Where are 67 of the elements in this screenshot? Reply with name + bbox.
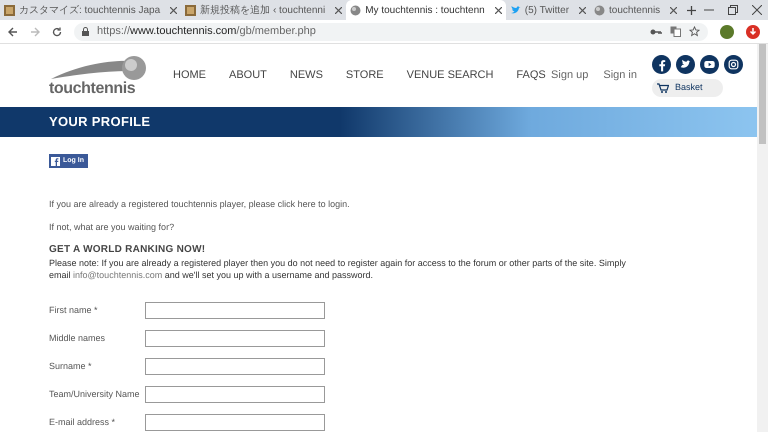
- banner-title: YOUR PROFILE: [49, 113, 150, 132]
- twitter-icon[interactable]: [676, 54, 695, 74]
- profile-avatar[interactable]: [720, 24, 734, 38]
- browser-tab[interactable]: touchtennis: [590, 0, 682, 20]
- nav-link[interactable]: VENUE SEARCH: [406, 67, 494, 84]
- close-icon[interactable]: [170, 6, 178, 14]
- tab-title: 新規投稿を追加 ‹ touchtenni: [200, 4, 326, 18]
- instagram-icon[interactable]: [724, 54, 743, 74]
- bird-icon: [510, 4, 521, 16]
- nav-link[interactable]: FAQS: [516, 67, 546, 84]
- star-icon[interactable]: [689, 26, 700, 37]
- text-field[interactable]: [145, 330, 325, 347]
- field-label: First name *: [49, 304, 99, 317]
- facebook-icon: [51, 156, 60, 166]
- cart-icon: [657, 82, 669, 92]
- account-link[interactable]: Sign up: [551, 67, 588, 84]
- scrollbar[interactable]: [757, 44, 768, 432]
- text-field[interactable]: [145, 302, 325, 319]
- close-icon[interactable]: [494, 6, 502, 14]
- tab-title: カスタマイズ: touchtennis Japa: [19, 4, 160, 18]
- browser-tab[interactable]: カスタマイズ: touchtennis Japa: [0, 0, 182, 20]
- field-label: Team/University Name: [49, 388, 141, 401]
- close-icon[interactable]: [335, 6, 342, 14]
- browser-tab[interactable]: 新規投稿を追加 ‹ touchtenni: [181, 0, 346, 20]
- logo-ball-icon: [49, 54, 149, 80]
- new-tab-icon[interactable]: [687, 6, 696, 14]
- address-bar[interactable]: https://www.touchtennis.com/gb/member.php: [74, 22, 708, 40]
- translate-icon[interactable]: [670, 26, 681, 37]
- extension-icon[interactable]: [746, 24, 760, 38]
- lock-icon: [82, 27, 89, 36]
- close-window-icon[interactable]: [752, 5, 762, 15]
- email-link[interactable]: info@touchtennis.com: [73, 270, 162, 280]
- field-label: Middle names: [49, 332, 106, 345]
- thumbnail-icon: [4, 4, 15, 16]
- text-field[interactable]: [145, 414, 325, 431]
- account-link[interactable]: Sign in: [603, 67, 637, 84]
- key-icon[interactable]: [650, 28, 662, 36]
- field-label: Surname *: [49, 360, 93, 373]
- nav-link[interactable]: HOME: [173, 67, 206, 84]
- text-field[interactable]: [145, 358, 325, 375]
- reload-icon[interactable]: [52, 26, 62, 36]
- nav-link[interactable]: ABOUT: [229, 67, 267, 84]
- browser-tab[interactable]: My touchtennis : touchtenn: [346, 0, 506, 20]
- ball-icon: [350, 4, 362, 16]
- browser-tab[interactable]: (5) Twitter: [506, 0, 590, 20]
- text-field[interactable]: [145, 386, 325, 403]
- ranking-heading: GET A WORLD RANKING NOW!: [49, 243, 206, 257]
- tab-title: touchtennis: [609, 4, 660, 18]
- intro-text: If you are already a registered touchtennis player, please click here to login.: [49, 198, 351, 211]
- ball-icon: [594, 4, 606, 16]
- tab-title: (5) Twitter: [524, 4, 570, 18]
- tab-title: My touchtennis : touchtenn: [365, 4, 485, 18]
- close-icon[interactable]: [579, 6, 586, 14]
- restore-icon[interactable]: [728, 5, 738, 15]
- nav-link[interactable]: NEWS: [290, 67, 323, 84]
- field-label: E-mail address *: [49, 416, 116, 429]
- close-icon[interactable]: [670, 6, 678, 14]
- facebook-icon[interactable]: [652, 54, 671, 74]
- note-text: Please note: If you are already a registered player then you do not need to register again for access to the forum or other parts of the site. Simply email info@touchtennis.com and we'll set you up with a username and password.: [49, 257, 627, 281]
- thumbnail-icon: [185, 4, 196, 16]
- back-icon[interactable]: [8, 26, 18, 36]
- question-text: If not, what are you waiting for?: [49, 220, 176, 234]
- youtube-icon[interactable]: [700, 54, 719, 74]
- nav-link[interactable]: STORE: [346, 67, 384, 84]
- url-text: https://www.touchtennis.com/gb/member.php: [97, 24, 316, 40]
- basket-button[interactable]: Basket: [652, 78, 723, 96]
- logo-text[interactable]: touchtennis: [49, 80, 136, 96]
